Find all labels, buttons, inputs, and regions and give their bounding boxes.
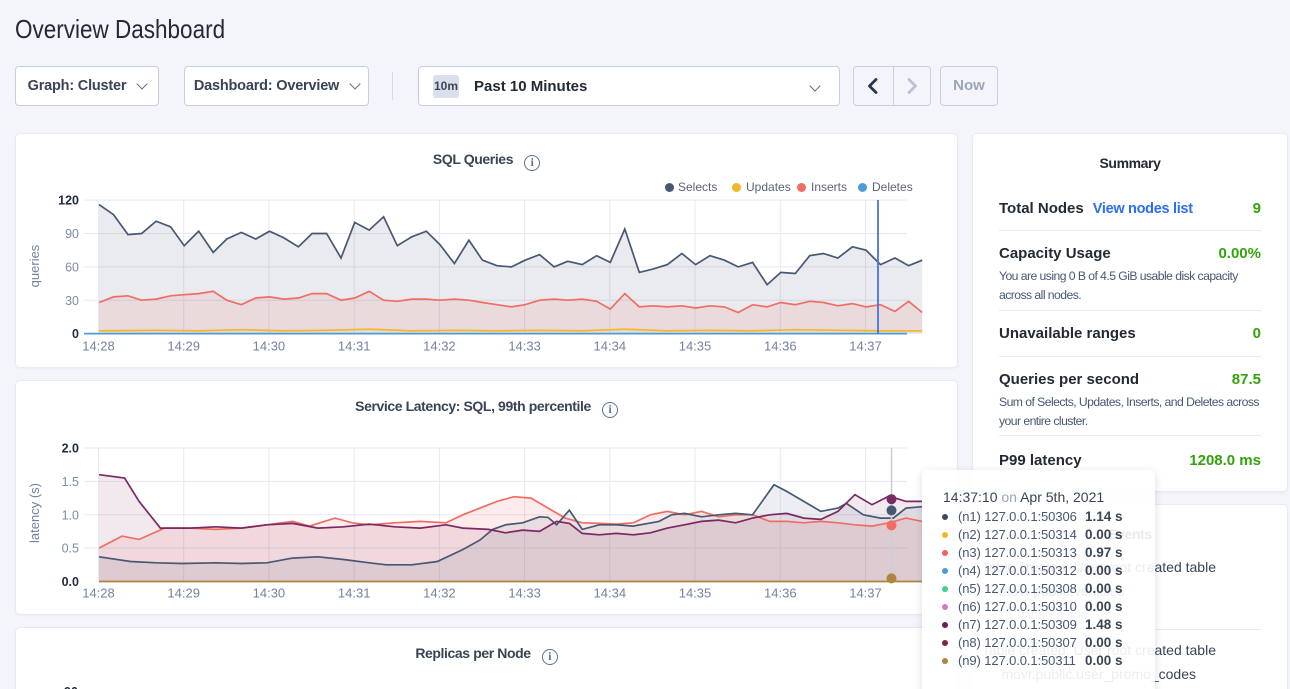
svg-text:14:36: 14:36 <box>764 586 797 601</box>
svg-text:14:29: 14:29 <box>167 586 200 601</box>
svg-text:30: 30 <box>65 294 79 308</box>
svg-text:2.0: 2.0 <box>62 442 79 456</box>
svg-text:14:34: 14:34 <box>594 339 627 354</box>
svg-text:14:36: 14:36 <box>764 339 797 354</box>
svg-text:14:31: 14:31 <box>338 586 371 601</box>
svg-text:1.0: 1.0 <box>62 508 79 522</box>
svg-text:14:32: 14:32 <box>423 586 456 601</box>
svg-text:120: 120 <box>58 194 79 208</box>
svg-text:0: 0 <box>72 327 79 341</box>
svg-text:14:37: 14:37 <box>849 339 882 354</box>
svg-text:14:35: 14:35 <box>679 339 712 354</box>
svg-text:14:34: 14:34 <box>594 586 627 601</box>
svg-text:14:29: 14:29 <box>167 339 200 354</box>
svg-text:14:30: 14:30 <box>253 586 286 601</box>
svg-text:1.5: 1.5 <box>62 475 79 489</box>
svg-text:0.0: 0.0 <box>62 575 79 589</box>
svg-text:14:33: 14:33 <box>508 586 541 601</box>
svg-text:14:37: 14:37 <box>849 586 882 601</box>
svg-text:14:31: 14:31 <box>338 339 371 354</box>
svg-text:14:32: 14:32 <box>423 339 456 354</box>
svg-text:90: 90 <box>65 227 79 241</box>
svg-text:14:35: 14:35 <box>679 586 712 601</box>
svg-text:latency (s): latency (s) <box>27 483 42 543</box>
svg-text:60: 60 <box>65 260 79 274</box>
svg-text:14:33: 14:33 <box>508 339 541 354</box>
svg-text:0.5: 0.5 <box>62 542 79 556</box>
svg-text:14:28: 14:28 <box>82 339 115 354</box>
svg-text:14:28: 14:28 <box>82 586 115 601</box>
svg-text:14:30: 14:30 <box>253 339 286 354</box>
svg-text:queries: queries <box>27 244 42 287</box>
